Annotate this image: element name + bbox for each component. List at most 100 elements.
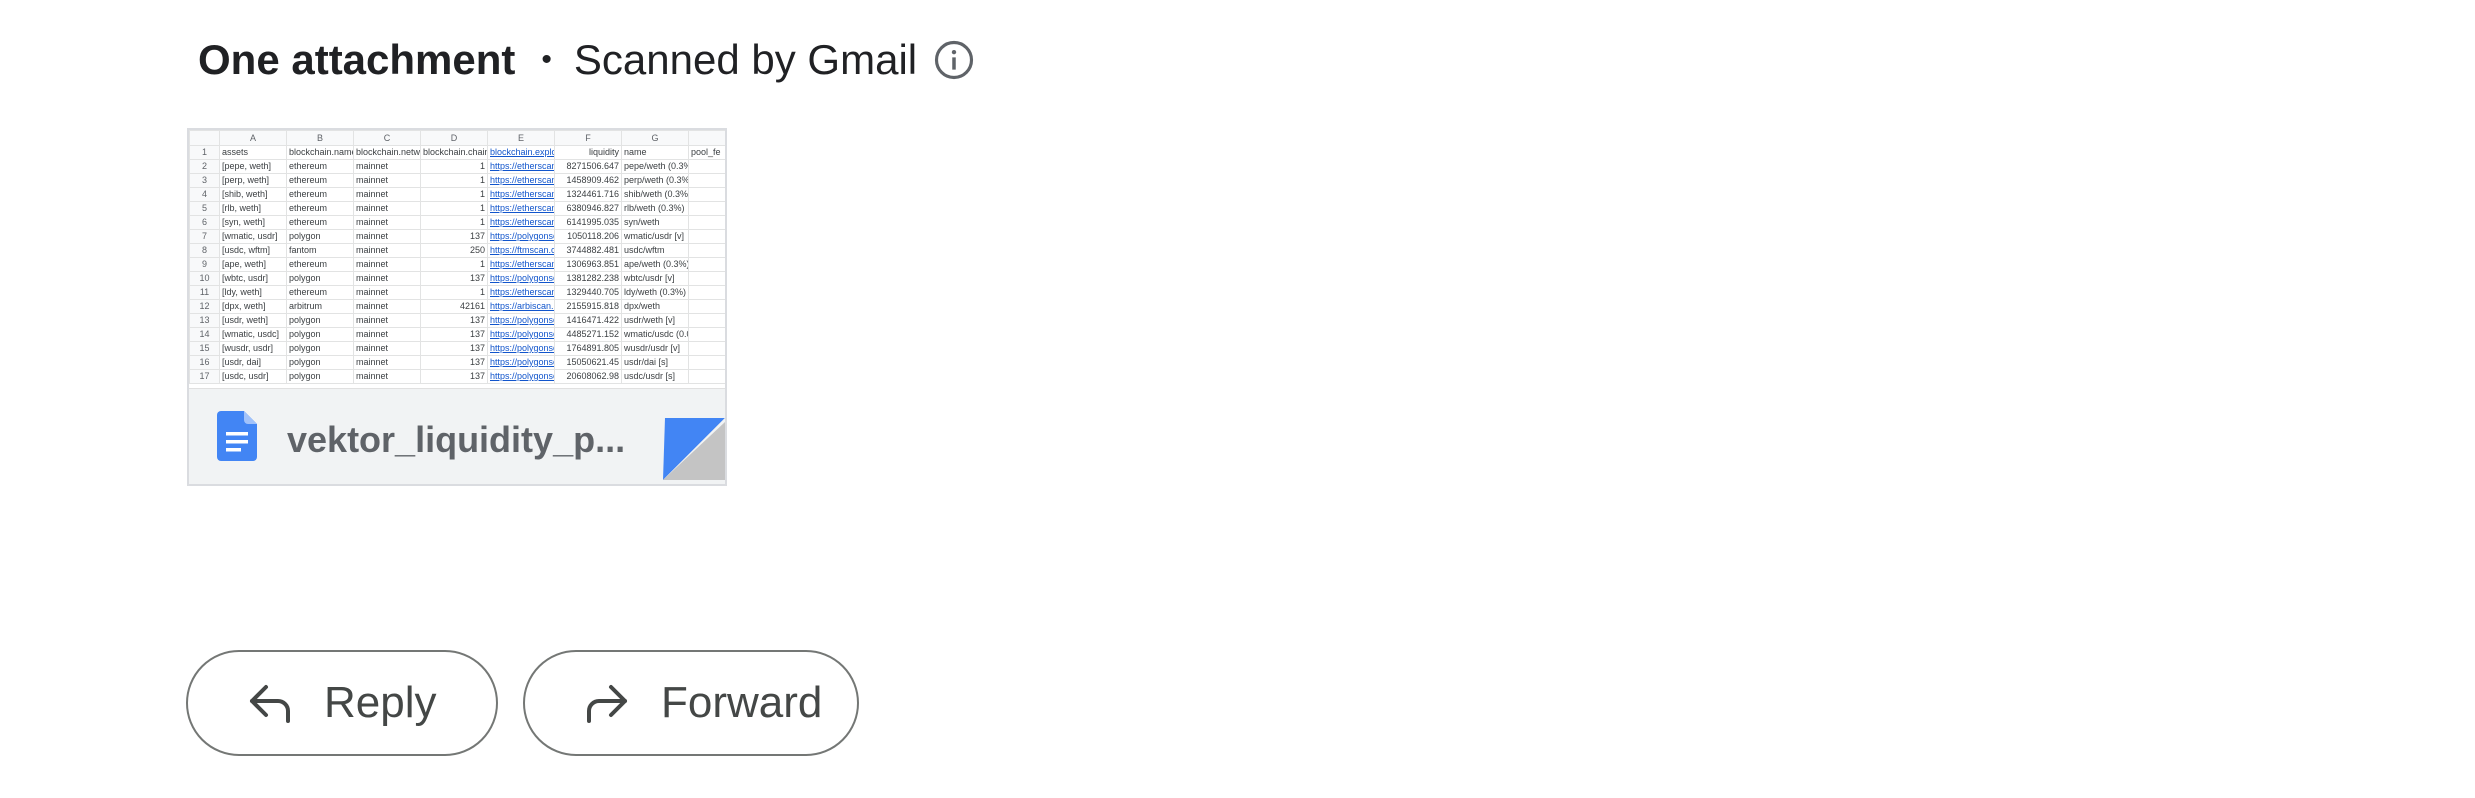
sheet-cell: [usdc, wftm] (219, 243, 287, 258)
sheet-cell: mainnet (353, 173, 421, 188)
sheet-cell: 6141995.035 (554, 215, 622, 230)
spreadsheet-preview: A B C D E F G 1 assets blockchain.name blockchain.… (189, 130, 725, 384)
sheet-row: 14 [wmatic, usdc] polygon mainnet 137 https:/… (189, 327, 725, 342)
sheet-cell: blockchain.netwo (353, 145, 421, 160)
sheet-row: 17 [usdc, usdr] polygon mainnet 137 https://p… (189, 369, 725, 384)
sheet-row: 16 [usdr, dai] polygon mainnet 137 https://po… (189, 355, 725, 370)
sheet-cell: syn/weth (621, 215, 689, 230)
sheet-cell: https://etherscan (487, 187, 555, 202)
scanned-by-gmail-label: Scanned by Gmail (573, 36, 918, 83)
sheet-row-number: 17 (189, 369, 220, 384)
sheet-cell (688, 271, 725, 286)
sheet-cell: polygon (286, 355, 354, 370)
sheet-cell: https://etherscan (487, 201, 555, 216)
sheet-cell: mainnet (353, 229, 421, 244)
sheet-cell: blockchain.explo (487, 145, 555, 160)
sheet-cell: ethereum (286, 285, 354, 300)
sheet-cell: mainnet (353, 285, 421, 300)
sheet-cell: [syn, weth] (219, 215, 287, 230)
sheet-cell: shib/weth (0.3%) (621, 187, 689, 202)
sheet-cell: blockchain.chain (420, 145, 488, 160)
sheet-cell: https://polygonsc (487, 313, 555, 328)
sheet-cell: wusdr/usdr [v] (621, 341, 689, 356)
sheet-cell: mainnet (353, 313, 421, 328)
sheet-cell (688, 257, 725, 272)
sheet-cell: 15050621.45 (554, 355, 622, 370)
sheet-cell: blockchain.name (286, 145, 354, 160)
attachment-file-name[interactable]: vektor_liquidity_p... (287, 419, 625, 461)
sheet-row-number: 16 (189, 355, 220, 370)
sheet-cell (688, 285, 725, 300)
sheet-cell: https://polygonsc (487, 327, 555, 342)
sheet-cell: 20608062.98 (554, 369, 622, 384)
sheet-row: 9 [ape, weth] ethereum mainnet 1 https://ethe… (189, 257, 725, 272)
sheet-cell: 137 (420, 271, 488, 286)
sheet-cell (688, 299, 725, 314)
sheet-cell: ethereum (286, 257, 354, 272)
sheet-cell: 2155915.818 (554, 299, 622, 314)
sheet-column-letter: E (487, 130, 555, 146)
sheet-row: 15 [wusdr, usdr] polygon mainnet 137 https://… (189, 341, 725, 356)
sheet-cell: arbitrum (286, 299, 354, 314)
sheet-row: 5 [rlb, weth] ethereum mainnet 1 https://ethe… (189, 201, 725, 216)
sheet-cell: polygon (286, 313, 354, 328)
sheet-row: 11 [ldy, weth] ethereum mainnet 1 https://eth… (189, 285, 725, 300)
sheet-cell: https://polygonsc (487, 355, 555, 370)
sheet-cell: ethereum (286, 159, 354, 174)
sheet-cell: 1764891.805 (554, 341, 622, 356)
sheet-cell (688, 215, 725, 230)
sheet-cell: 137 (420, 313, 488, 328)
sheet-row-number: 14 (189, 327, 220, 342)
sheet-cell: ethereum (286, 215, 354, 230)
sheet-cell (688, 187, 725, 202)
sheet-row-number: 4 (189, 187, 220, 202)
sheet-cell: 1458909.462 (554, 173, 622, 188)
sheet-cell: fantom (286, 243, 354, 258)
sheet-cell: https://ftmscan.c (487, 243, 555, 258)
sheet-cell: rlb/weth (0.3%) (621, 201, 689, 216)
attachment-footer[interactable]: vektor_liquidity_p... (189, 388, 725, 484)
attachment-card[interactable]: A B C D E F G 1 assets blockchain.name blockchain.… (187, 128, 727, 486)
sheet-row-number: 6 (189, 215, 220, 230)
sheet-cell: mainnet (353, 369, 421, 384)
sheet-cell: [ldy, weth] (219, 285, 287, 300)
sheet-cell: ethereum (286, 173, 354, 188)
attachments-header: One attachment • Scanned by Gmail (198, 30, 975, 90)
sheet-row-number: 15 (189, 341, 220, 356)
forward-button[interactable]: Forward (523, 650, 859, 756)
sheet-row: 7 [wmatic, usdr] polygon mainnet 137 https://… (189, 229, 725, 244)
sheet-cell: 1324461.716 (554, 187, 622, 202)
sheet-row-number: 3 (189, 173, 220, 188)
sheet-cell: liquidity (554, 145, 622, 160)
sheet-cell: 1329440.705 (554, 285, 622, 300)
sheet-cell (688, 159, 725, 174)
reply-button[interactable]: Reply (186, 650, 498, 756)
sheet-cell: mainnet (353, 159, 421, 174)
sheet-cell: https://etherscan (487, 159, 555, 174)
sheet-cell: https://etherscan (487, 173, 555, 188)
separator-dot: • (541, 43, 552, 76)
sheet-cell: https://polygonsc (487, 341, 555, 356)
sheet-cell: https://polygonsc (487, 271, 555, 286)
sheet-cell: [wmatic, usdr] (219, 229, 287, 244)
sheet-cell: [wusdr, usdr] (219, 341, 287, 356)
sheet-cell: perp/weth (0.3% (621, 173, 689, 188)
sheet-cell: [pepe, weth] (219, 159, 287, 174)
reply-label: Reply (324, 678, 437, 727)
attachment-preview-thumbnail: A B C D E F G 1 assets blockchain.name blockchain.… (189, 130, 725, 388)
sheet-row-number: 2 (189, 159, 220, 174)
forward-label: Forward (661, 678, 823, 727)
sheet-cell: 4485271.152 (554, 327, 622, 342)
sheet-cell: mainnet (353, 215, 421, 230)
sheet-cell: mainnet (353, 355, 421, 370)
sheet-cell: polygon (286, 341, 354, 356)
sheet-cell (688, 243, 725, 258)
sheet-cell: ldy/weth (0.3%) (621, 285, 689, 300)
sheet-row: 1 assets blockchain.name blockchain.netwo bl… (189, 145, 725, 160)
sheet-cell: https://polygonsc (487, 369, 555, 384)
info-icon[interactable] (933, 39, 975, 81)
sheet-cell: [rlb, weth] (219, 201, 287, 216)
sheet-column-letter: G (621, 130, 689, 146)
sheet-cell: 1 (420, 187, 488, 202)
sheet-cell: [wmatic, usdc] (219, 327, 287, 342)
